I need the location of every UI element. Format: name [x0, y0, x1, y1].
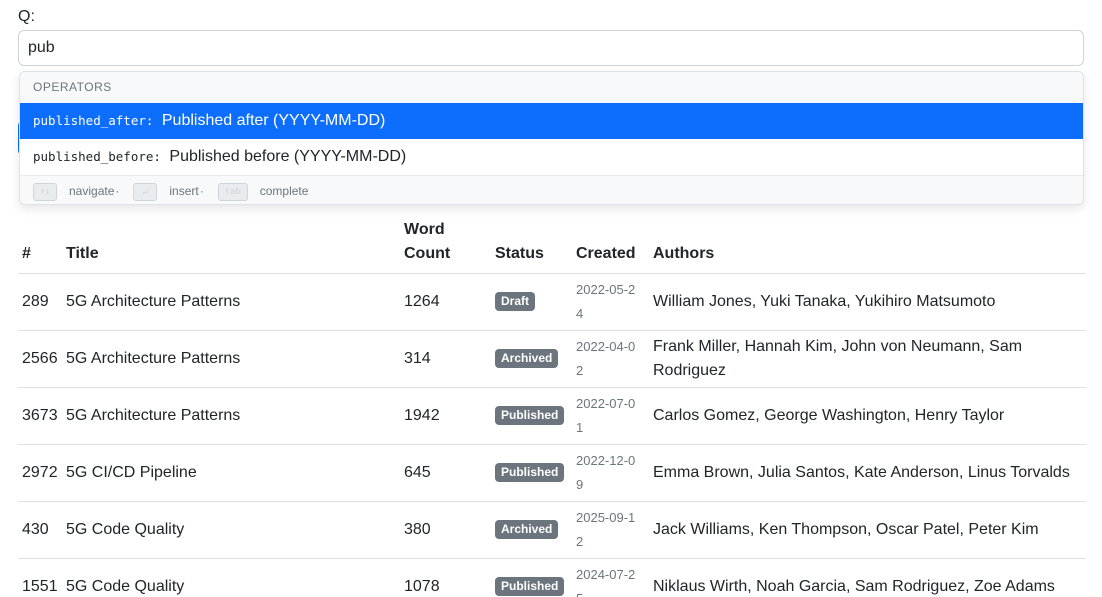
- row-number: 430: [18, 501, 62, 559]
- row-word-count: 380: [400, 501, 491, 559]
- row-title: 5G Code Quality: [62, 501, 400, 559]
- row-authors: Niklaus Wirth, Noah Garcia, Sam Rodrigue…: [649, 558, 1086, 597]
- tab-key-icon: tab: [217, 182, 248, 201]
- documents-table: # Title Word Count Status Created Authors…: [18, 213, 1086, 597]
- table-row[interactable]: 1551 5G Code Quality 1078 Published 2024…: [18, 558, 1086, 597]
- table-row[interactable]: 2972 5G CI/CD Pipeline 645 Published 202…: [18, 444, 1086, 502]
- table-row[interactable]: 2566 5G Architecture Patterns 314 Archiv…: [18, 330, 1086, 388]
- table-row[interactable]: 289 5G Architecture Patterns 1264 Draft …: [18, 273, 1086, 331]
- row-word-count: 645: [400, 444, 491, 502]
- query-label: Q:: [18, 8, 35, 25]
- column-header-word-count[interactable]: Word Count: [400, 213, 491, 274]
- status-badge: Draft: [495, 292, 536, 312]
- row-title: 5G Code Quality: [62, 558, 400, 597]
- row-number: 3673: [18, 387, 62, 445]
- row-authors: Jack Williams, Ken Thompson, Oscar Patel…: [649, 501, 1086, 559]
- row-created: 2024-07-25: [576, 567, 636, 597]
- row-authors: Frank Miller, Hannah Kim, John von Neuma…: [649, 330, 1086, 388]
- status-badge: Archived: [495, 349, 559, 369]
- status-badge: Published: [495, 406, 565, 426]
- suggestion-operator: published_before:: [33, 149, 161, 164]
- status-badge: Published: [495, 577, 565, 597]
- row-created: 2025-09-12: [576, 510, 636, 549]
- hint-separator: ·: [115, 184, 120, 198]
- row-created: 2022-12-09: [576, 453, 636, 492]
- header-word: Word: [404, 221, 445, 238]
- header-count: Count: [404, 245, 451, 262]
- keyboard-hints: ↑↓ navigate· ↵ insert· tab complete: [20, 175, 1083, 204]
- row-title: 5G Architecture Patterns: [62, 330, 400, 388]
- autocomplete-dropdown: OPERATORS published_after: Published aft…: [19, 71, 1084, 205]
- row-number: 2972: [18, 444, 62, 502]
- query-input[interactable]: [18, 30, 1084, 66]
- row-created: 2022-04-02: [576, 339, 636, 378]
- complete-hint: complete: [259, 184, 309, 198]
- table-row[interactable]: 3673 5G Architecture Patterns 1942 Publi…: [18, 387, 1086, 445]
- status-badge: Archived: [495, 520, 559, 540]
- row-created: 2022-07-01: [576, 396, 636, 435]
- row-number: 2566: [18, 330, 62, 388]
- column-header-title[interactable]: Title: [62, 213, 400, 274]
- row-authors: William Jones, Yuki Tanaka, Yukihiro Mat…: [649, 273, 1086, 331]
- suggestion-published-before[interactable]: published_before: Published before (YYYY…: [20, 139, 1083, 175]
- row-number: 289: [18, 273, 62, 331]
- row-created: 2022-05-24: [576, 282, 636, 321]
- row-title: 5G Architecture Patterns: [62, 273, 400, 331]
- row-word-count: 1264: [400, 273, 491, 331]
- page: Q: OPERATORS published_after: Published …: [0, 0, 1102, 597]
- column-header-authors[interactable]: Authors: [649, 213, 1086, 274]
- arrow-keys-icon: ↑↓: [33, 182, 57, 201]
- enter-key-icon: ↵: [133, 182, 158, 201]
- column-header-number[interactable]: #: [18, 213, 62, 274]
- suggestion-description: Published before (YYYY-MM-DD): [169, 148, 407, 165]
- row-word-count: 1942: [400, 387, 491, 445]
- suggestion-published-after[interactable]: published_after: Published after (YYYY-M…: [20, 103, 1083, 139]
- row-authors: Emma Brown, Julia Santos, Kate Anderson,…: [649, 444, 1086, 502]
- row-authors: Carlos Gomez, George Washington, Henry T…: [649, 387, 1086, 445]
- status-badge: Published: [495, 463, 565, 483]
- insert-hint: insert: [169, 184, 199, 198]
- table-header-row: # Title Word Count Status Created Authors: [18, 213, 1086, 274]
- row-title: 5G Architecture Patterns: [62, 387, 400, 445]
- navigate-hint: navigate: [69, 184, 115, 198]
- suggestion-group-header: OPERATORS: [20, 72, 1083, 103]
- row-word-count: 314: [400, 330, 491, 388]
- column-header-created[interactable]: Created: [572, 213, 649, 274]
- suggestion-operator: published_after:: [33, 113, 154, 128]
- hint-separator: ·: [199, 184, 204, 198]
- row-number: 1551: [18, 558, 62, 597]
- row-title: 5G CI/CD Pipeline: [62, 444, 400, 502]
- row-word-count: 1078: [400, 558, 491, 597]
- suggestion-description: Published after (YYYY-MM-DD): [161, 112, 386, 129]
- table-row[interactable]: 430 5G Code Quality 380 Archived 2025-09…: [18, 501, 1086, 559]
- column-header-status[interactable]: Status: [491, 213, 572, 274]
